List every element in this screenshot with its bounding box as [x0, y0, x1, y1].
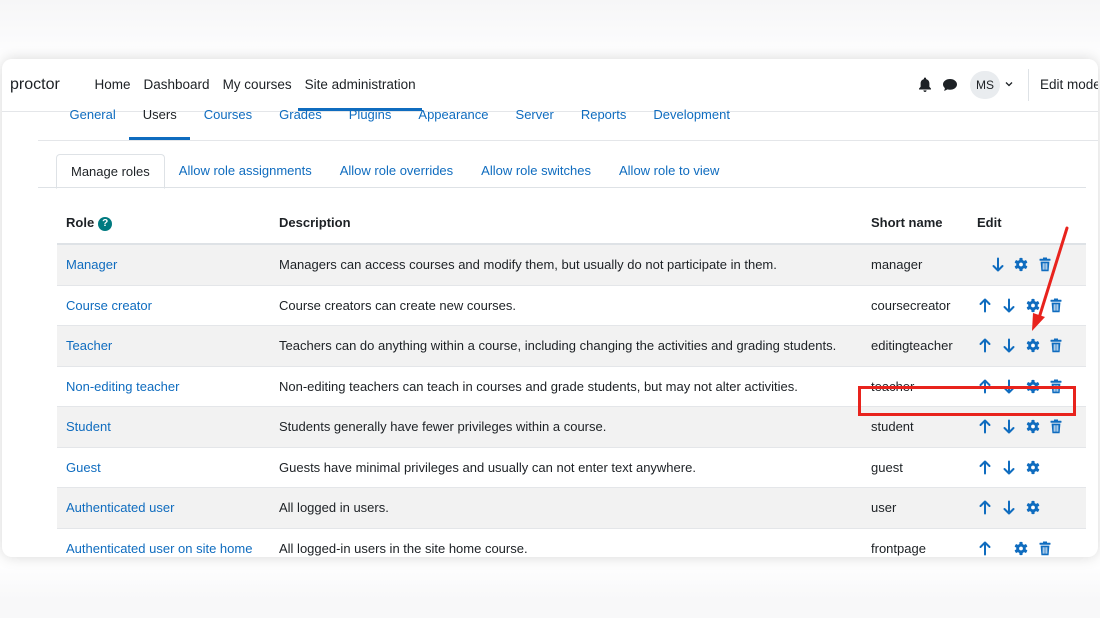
- role-description: Managers can access courses and modify t…: [279, 257, 777, 272]
- tab-allow-role-switches[interactable]: Allow role switches: [467, 154, 605, 187]
- move-up-icon[interactable]: [978, 338, 992, 353]
- move-down-icon[interactable]: [1002, 298, 1016, 313]
- role-short-name: guest: [871, 459, 903, 475]
- role-name-link[interactable]: Manager: [66, 245, 117, 284]
- gear-icon[interactable]: [1026, 460, 1040, 475]
- gear-icon[interactable]: [1026, 298, 1040, 313]
- move-down-icon[interactable]: [1002, 500, 1016, 515]
- table-row: Student Students generally have fewer pri…: [57, 407, 1086, 448]
- role-name-link[interactable]: Authenticated user on site home: [66, 529, 252, 558]
- role-tabs: Manage roles Allow role assignments Allo…: [56, 154, 733, 189]
- role-description: Guests have minimal privileges and usual…: [279, 459, 696, 475]
- role-short-name: frontpage: [871, 540, 926, 556]
- tab-grades[interactable]: Grades: [266, 99, 336, 140]
- delete-icon[interactable]: [1049, 419, 1063, 434]
- role-short-name: coursecreator: [871, 297, 951, 313]
- tab-development[interactable]: Development: [640, 99, 744, 140]
- table-header: Role? Description Short name Edit: [57, 202, 1086, 245]
- gear-icon[interactable]: [1026, 379, 1040, 394]
- browser-page: proctor Home Dashboard My courses Site a…: [2, 59, 1098, 557]
- tab-server[interactable]: Server: [502, 99, 567, 140]
- tab-allow-role-to-view[interactable]: Allow role to view: [605, 154, 733, 187]
- role-name-link[interactable]: Teacher: [66, 326, 112, 365]
- table-row: Teacher Teachers can do anything within a…: [57, 326, 1086, 367]
- tab-general[interactable]: General: [56, 99, 129, 140]
- help-icon[interactable]: ?: [98, 216, 113, 231]
- role-name-link[interactable]: Student: [66, 407, 111, 446]
- table-body: Manager Managers can access courses and m…: [57, 245, 1086, 557]
- gear-icon[interactable]: [1026, 419, 1040, 434]
- move-up-icon[interactable]: [978, 460, 992, 475]
- header-description: Description: [279, 215, 351, 230]
- move-down-icon[interactable]: [1002, 338, 1016, 353]
- roles-table: Role? Description Short name Edit Manage…: [57, 202, 1086, 557]
- table-row: Authenticated user on site home All logge…: [57, 529, 1086, 558]
- tab-users[interactable]: Users: [129, 99, 191, 140]
- move-up-icon[interactable]: [978, 379, 992, 394]
- move-up-icon[interactable]: [978, 541, 992, 556]
- tab-courses[interactable]: Courses: [190, 99, 265, 140]
- header-role-label: Role: [66, 215, 95, 230]
- role-short-name: editingteacher: [871, 338, 953, 353]
- role-name-link[interactable]: Guest: [66, 448, 101, 487]
- user-avatar[interactable]: MS: [970, 71, 1000, 99]
- move-up-icon[interactable]: [978, 500, 992, 515]
- tab-manage-roles[interactable]: Manage roles: [56, 154, 165, 189]
- tab-appearance[interactable]: Appearance: [405, 99, 502, 140]
- header-short-name: Short name: [871, 215, 943, 230]
- move-down-icon[interactable]: [991, 257, 1005, 272]
- gear-icon[interactable]: [1026, 338, 1040, 353]
- table-row: Guest Guests have minimal privileges and …: [57, 448, 1086, 488]
- move-up-icon[interactable]: [978, 298, 992, 313]
- table-row: Manager Managers can access courses and m…: [57, 245, 1086, 286]
- chevron-down-icon[interactable]: [1004, 79, 1014, 89]
- role-name-link[interactable]: Course creator: [66, 286, 152, 325]
- edit-mode-toggle[interactable]: Edit mode: [1040, 77, 1098, 92]
- move-down-icon[interactable]: [1002, 379, 1016, 394]
- table-row: Non-editing teacher Non-editing teachers …: [57, 367, 1086, 407]
- role-name-link[interactable]: Non-editing teacher: [66, 367, 179, 406]
- chat-icon[interactable]: [942, 77, 958, 93]
- role-description: All logged in users.: [279, 500, 389, 515]
- bell-icon[interactable]: [918, 77, 932, 93]
- role-short-name: student: [871, 419, 914, 434]
- gear-icon[interactable]: [1014, 257, 1028, 272]
- move-down-icon[interactable]: [1002, 419, 1016, 434]
- role-short-name: teacher: [871, 378, 915, 394]
- navbar-divider: [1028, 69, 1029, 101]
- tab-plugins[interactable]: Plugins: [335, 99, 405, 140]
- move-up-icon[interactable]: [978, 419, 992, 434]
- role-description: Course creators can create new courses.: [279, 297, 516, 313]
- delete-icon[interactable]: [1049, 338, 1063, 353]
- role-short-name: user: [871, 500, 897, 515]
- tab-reports[interactable]: Reports: [567, 99, 640, 140]
- delete-icon[interactable]: [1038, 541, 1052, 556]
- role-description: Teachers can do anything within a course…: [279, 338, 837, 353]
- gear-icon[interactable]: [1014, 541, 1028, 556]
- delete-icon[interactable]: [1038, 257, 1052, 272]
- role-description: All logged-in users in the site home cou…: [279, 540, 528, 556]
- tab-allow-role-overrides[interactable]: Allow role overrides: [326, 154, 467, 187]
- table-row: Course creator Course creators can create…: [57, 286, 1086, 326]
- role-short-name: manager: [871, 257, 923, 272]
- delete-icon[interactable]: [1049, 379, 1063, 394]
- move-down-icon[interactable]: [1002, 460, 1016, 475]
- table-row: Authenticated user All logged in users. us…: [57, 488, 1086, 529]
- delete-icon[interactable]: [1049, 298, 1063, 313]
- site-brand[interactable]: proctor: [10, 76, 60, 94]
- tab-allow-role-assignments[interactable]: Allow role assignments: [165, 154, 326, 187]
- secondary-nav-divider: [38, 140, 1098, 141]
- role-description: Non-editing teachers can teach in course…: [279, 378, 798, 394]
- header-edit: Edit: [977, 215, 1002, 230]
- admin-secondary-nav: General Users Courses Grades Plugins App…: [56, 99, 743, 140]
- role-name-link[interactable]: Authenticated user: [66, 488, 174, 527]
- header-role: Role?: [66, 202, 113, 243]
- gear-icon[interactable]: [1026, 500, 1040, 515]
- role-tabs-divider: [38, 187, 1086, 188]
- role-description: Students generally have fewer privileges…: [279, 419, 607, 434]
